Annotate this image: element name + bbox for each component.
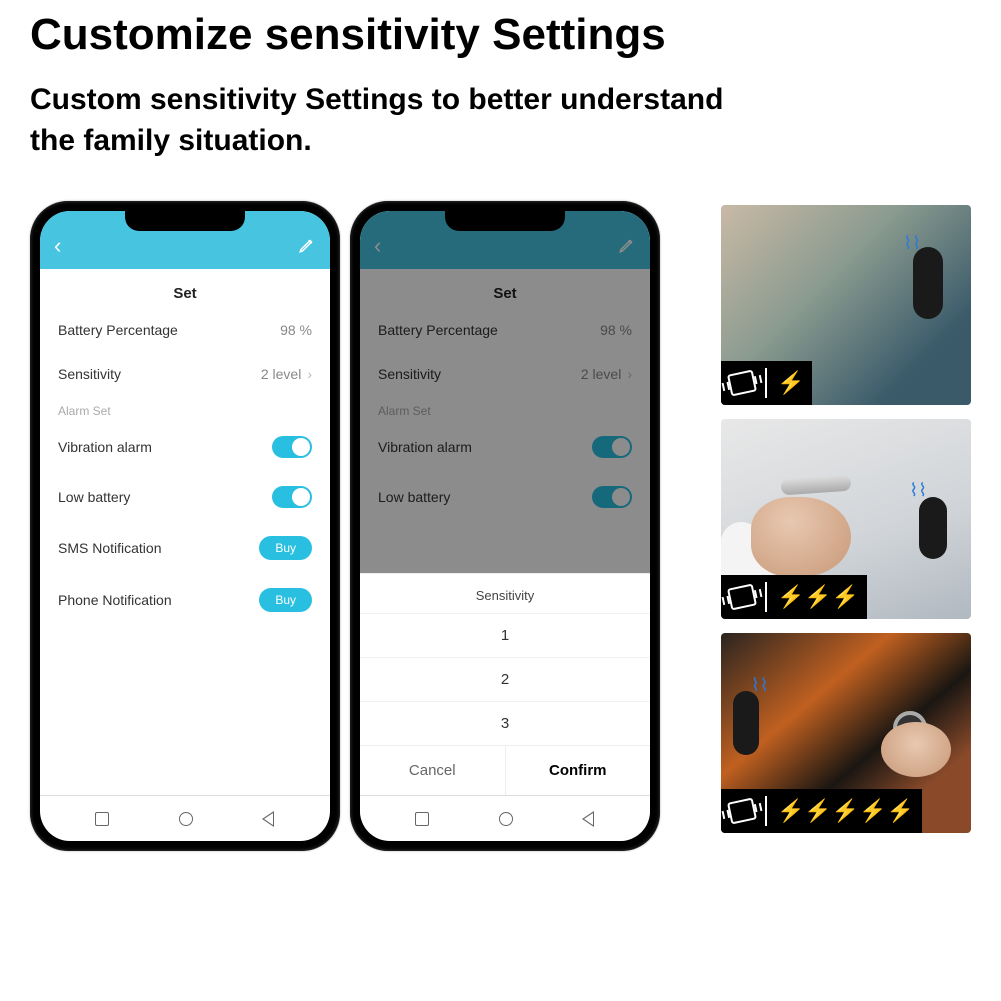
- divider: [765, 796, 767, 826]
- nav-back-icon[interactable]: [583, 811, 595, 827]
- sensor-device-icon: [913, 247, 943, 319]
- phone-mockup-modal: ‹ Set Battery Percentage 98 % Sensitivit…: [350, 201, 660, 851]
- sensitivity-level-1-icon: ⚡: [777, 370, 804, 396]
- row-battery: Battery Percentage 98 %: [40, 308, 330, 352]
- row-vibration-alarm: Vibration alarm: [40, 422, 330, 472]
- row-sms-notification: SMS Notification Buy: [40, 522, 330, 574]
- divider: [765, 582, 767, 612]
- sensitivity-value: 2 level: [261, 366, 301, 382]
- subtitle-line2: the family situation.: [30, 124, 312, 157]
- bolt-icon: ⚡: [777, 370, 804, 396]
- bolt-icon: ⚡: [777, 584, 804, 610]
- section-alarm-set: Alarm Set: [40, 396, 330, 422]
- thumbnail-door: ⌇⌇ ⚡⚡⚡: [721, 419, 971, 619]
- chevron-right-icon: ›: [307, 366, 312, 382]
- scenario-thumbnails: ⌇⌇ ⚡ ⌇⌇: [721, 201, 971, 833]
- android-navbar: [40, 795, 330, 841]
- sensitivity-modal: Sensitivity 1 2 3 Cancel Confirm: [360, 573, 650, 795]
- row-phone-notification: Phone Notification Buy: [40, 574, 330, 626]
- row-sensitivity[interactable]: Sensitivity 2 level ›: [40, 352, 330, 396]
- vibration-icon: [727, 370, 757, 397]
- phone-mockup-settings: ‹ Set Battery Percentage 98 % Sensitivit…: [30, 201, 340, 851]
- sensitivity-level-5-icon: ⚡⚡⚡⚡⚡: [777, 798, 914, 824]
- low-battery-label: Low battery: [58, 489, 130, 505]
- divider: [765, 368, 767, 398]
- bolt-icon: ⚡: [832, 584, 859, 610]
- wifi-signal-icon: ⌇⌇: [903, 233, 921, 254]
- sensor-device-icon: [733, 691, 759, 755]
- nav-recent-icon[interactable]: [415, 812, 429, 826]
- bolt-icon: ⚡: [804, 584, 831, 610]
- wifi-signal-icon: ⌇⌇: [751, 675, 769, 696]
- edit-icon[interactable]: [298, 236, 316, 259]
- battery-value: 98 %: [280, 322, 312, 338]
- nav-recent-icon[interactable]: [95, 812, 109, 826]
- bolt-icon: ⚡: [832, 798, 859, 824]
- bolt-icon: ⚡: [804, 798, 831, 824]
- phone-notch: [125, 211, 245, 231]
- vibration-alarm-toggle[interactable]: [272, 436, 312, 458]
- confirm-button[interactable]: Confirm: [505, 746, 651, 795]
- vibration-icon: [727, 584, 757, 611]
- sensitivity-level-3-icon: ⚡⚡⚡: [777, 584, 859, 610]
- sensitivity-option-1[interactable]: 1: [360, 613, 650, 657]
- vibration-icon: [727, 798, 757, 825]
- bolt-icon: ⚡: [887, 798, 914, 824]
- sensitivity-option-3[interactable]: 3: [360, 701, 650, 745]
- screen-title: Set: [40, 269, 330, 308]
- wifi-signal-icon: ⌇⌇: [909, 480, 927, 501]
- subtitle-line1: Custom sensitivity Settings to better un…: [30, 83, 723, 116]
- sensitivity-label: Sensitivity: [58, 366, 121, 382]
- page-subtitle: Custom sensitivity Settings to better un…: [30, 80, 971, 161]
- modal-title: Sensitivity: [360, 574, 650, 613]
- sensitivity-option-2[interactable]: 2: [360, 657, 650, 701]
- thumbnail-window: ⌇⌇ ⚡: [721, 205, 971, 405]
- nav-home-icon[interactable]: [499, 812, 513, 826]
- thumbnail-safe: ⌇⌇ ⚡⚡⚡⚡⚡: [721, 633, 971, 833]
- phone-notification-label: Phone Notification: [58, 592, 172, 608]
- nav-home-icon[interactable]: [179, 812, 193, 826]
- low-battery-toggle[interactable]: [272, 486, 312, 508]
- battery-label: Battery Percentage: [58, 322, 178, 338]
- sms-buy-button[interactable]: Buy: [259, 536, 312, 560]
- bolt-icon: ⚡: [859, 798, 886, 824]
- row-low-battery: Low battery: [40, 472, 330, 522]
- back-icon[interactable]: ‹: [54, 233, 61, 259]
- phone-buy-button[interactable]: Buy: [259, 588, 312, 612]
- bolt-icon: ⚡: [777, 798, 804, 824]
- android-navbar: [360, 795, 650, 841]
- nav-back-icon[interactable]: [263, 811, 275, 827]
- vibration-alarm-label: Vibration alarm: [58, 439, 152, 455]
- page-title: Customize sensitivity Settings: [30, 10, 971, 60]
- sms-notification-label: SMS Notification: [58, 540, 161, 556]
- sensor-device-icon: [919, 497, 947, 559]
- cancel-button[interactable]: Cancel: [360, 746, 505, 795]
- phone-notch: [445, 211, 565, 231]
